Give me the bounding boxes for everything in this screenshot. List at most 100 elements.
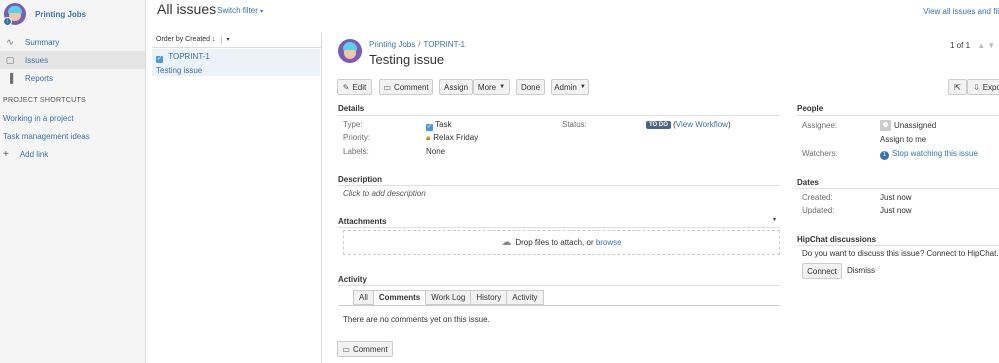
- arrow-down-icon: ↓: [212, 36, 216, 43]
- activity-divider: [338, 285, 780, 286]
- order-by-label: Order by Created: [156, 36, 211, 43]
- stop-watching-link[interactable]: Stop watching this issue: [892, 149, 978, 158]
- tab-history[interactable]: History: [471, 290, 508, 305]
- pencil-icon: ✎: [342, 82, 350, 92]
- export-icon: ⇩: [973, 82, 980, 92]
- speech-bubble-icon: ▭: [342, 344, 350, 354]
- chevron-down-icon: ▼: [499, 84, 506, 90]
- add-link-button[interactable]: + Add link: [0, 145, 145, 163]
- priority-value: 🔒︎ Relax Friday: [426, 133, 478, 143]
- breadcrumb: Printing Jobs / TOPRINT-1: [369, 40, 466, 49]
- sidebar-item-reports[interactable]: ▐ Reports: [0, 69, 145, 87]
- dates-heading: Dates: [797, 178, 819, 187]
- admin-dropdown-button[interactable]: Admin ▼: [551, 79, 589, 95]
- switch-filter-label: Switch filter: [217, 6, 258, 15]
- project-avatar-icon[interactable]: [338, 39, 362, 63]
- order-by-row: Order by Created ↓ ▾: [152, 32, 321, 48]
- assign-button[interactable]: Assign: [439, 79, 473, 95]
- sidebar-item-issues[interactable]: ▢ Issues: [0, 51, 145, 69]
- activity-tabs: All Comments Work Log History Activity: [353, 290, 544, 305]
- task-type-icon: ✓: [156, 56, 163, 63]
- description-field[interactable]: Click to add description: [343, 189, 426, 198]
- plus-icon: +: [3, 148, 9, 160]
- view-workflow-link[interactable]: View Workflow: [676, 120, 728, 129]
- export-label: Expo: [982, 82, 999, 92]
- breadcrumb-project[interactable]: Printing Jobs: [369, 40, 415, 49]
- updated-label: Updated:: [802, 206, 835, 215]
- labels-label: Labels:: [343, 147, 369, 156]
- attachments-heading: Attachments: [338, 217, 387, 226]
- connect-button[interactable]: Connect: [802, 263, 842, 279]
- switch-filter-dropdown[interactable]: Switch filter ▾: [217, 6, 263, 15]
- tab-all[interactable]: All: [353, 290, 374, 305]
- labels-value[interactable]: None: [426, 147, 445, 156]
- priority-label: Priority:: [343, 133, 371, 142]
- assignee-value-text: Unassigned: [894, 121, 937, 130]
- hipchat-heading: HipChat discussions: [797, 235, 877, 244]
- attachments-options-icon[interactable]: ▾: [773, 216, 776, 223]
- hipchat-divider: [797, 245, 999, 246]
- task-type-icon: ✓: [426, 124, 433, 131]
- tabs-underline: [338, 305, 780, 306]
- browse-link[interactable]: browse: [596, 238, 622, 247]
- type-value: ✓ Task: [426, 120, 452, 131]
- edit-label: Edit: [352, 82, 367, 92]
- chevron-down-icon: ▾: [260, 9, 264, 15]
- order-dropdown-icon[interactable]: ▾: [227, 36, 230, 43]
- no-comments-text: There are no comments yet on this issue.: [343, 315, 490, 324]
- issue-summary: Testing issue: [156, 66, 203, 75]
- view-all-issues-link[interactable]: View all issues and fil: [923, 7, 999, 16]
- type-value-text: Task: [435, 120, 452, 129]
- comment-button[interactable]: ▭ Comment: [379, 79, 433, 95]
- project-name[interactable]: Printing Jobs: [35, 10, 86, 19]
- shortcut-task-management-ideas[interactable]: Task management ideas: [0, 127, 145, 145]
- issues-icon: ▢: [5, 54, 15, 65]
- tab-comments[interactable]: Comments: [373, 290, 427, 305]
- more-label: More: [477, 82, 497, 92]
- order-by-button[interactable]: Order by Created ↓: [156, 36, 216, 43]
- dates-divider: [797, 188, 999, 189]
- assign-label: Assign: [444, 82, 469, 92]
- shortcuts-title: PROJECT SHORTCUTS: [3, 97, 87, 104]
- sidebar-item-summary[interactable]: ∿ Summary: [0, 33, 145, 51]
- activity-heading: Activity: [338, 275, 367, 284]
- people-heading: People: [797, 104, 824, 113]
- details-divider: [338, 115, 780, 116]
- tab-work-log[interactable]: Work Log: [426, 290, 472, 305]
- done-label: Done: [520, 82, 541, 92]
- watchers-value: 1 Stop watching this issue: [880, 149, 978, 160]
- admin-label: Admin: [554, 82, 577, 92]
- lock-icon: 🔒︎: [426, 133, 431, 142]
- edit-button[interactable]: ✎ Edit: [337, 79, 372, 95]
- updated-value: Just now: [880, 206, 912, 215]
- created-value: Just now: [880, 193, 912, 202]
- sidebar-item-label: Issues: [25, 55, 49, 65]
- comment-label: Comment: [393, 82, 429, 92]
- created-label: Created:: [802, 193, 833, 202]
- more-dropdown-button[interactable]: More ▼: [473, 79, 510, 95]
- connect-label: Connect: [807, 266, 837, 276]
- pager: 1 of 1 ▲ ▼: [950, 41, 995, 50]
- watchers-label: Watchers:: [802, 149, 838, 158]
- description-heading: Description: [338, 175, 383, 184]
- assign-to-me-link[interactable]: Assign to me: [880, 135, 926, 144]
- add-comment-label: Comment: [352, 344, 388, 354]
- done-button[interactable]: Done: [516, 79, 545, 95]
- pager-arrows-icon[interactable]: ▲ ▼: [977, 41, 995, 50]
- export-button[interactable]: ⇩ Expo: [967, 79, 999, 95]
- issue-list-pane: Order by Created ↓ ▾ ✓ TOPRINT-1 Testing…: [152, 32, 322, 363]
- breadcrumb-issue-key[interactable]: TOPRINT-1: [423, 40, 465, 49]
- attachment-drop-zone[interactable]: ☁ Drop files to attach, or browse: [343, 230, 780, 255]
- drop-text: Drop files to attach, or: [515, 238, 594, 247]
- shortcut-working-in-project[interactable]: Working in a project: [0, 109, 145, 127]
- details-heading: Details: [338, 104, 365, 113]
- share-button[interactable]: ⇱: [948, 79, 967, 95]
- issue-title[interactable]: Testing issue: [369, 52, 444, 67]
- add-comment-button[interactable]: ▭ Comment: [337, 341, 393, 357]
- dismiss-link[interactable]: Dismiss: [847, 266, 875, 275]
- watchers-count-badge[interactable]: 1: [880, 151, 889, 160]
- list-item[interactable]: ✓ TOPRINT-1 Testing issue: [152, 49, 320, 76]
- status-value: TO DO (View Workflow): [646, 120, 731, 129]
- tab-activity[interactable]: Activity: [507, 290, 544, 305]
- sidebar-item-label: Reports: [25, 73, 54, 83]
